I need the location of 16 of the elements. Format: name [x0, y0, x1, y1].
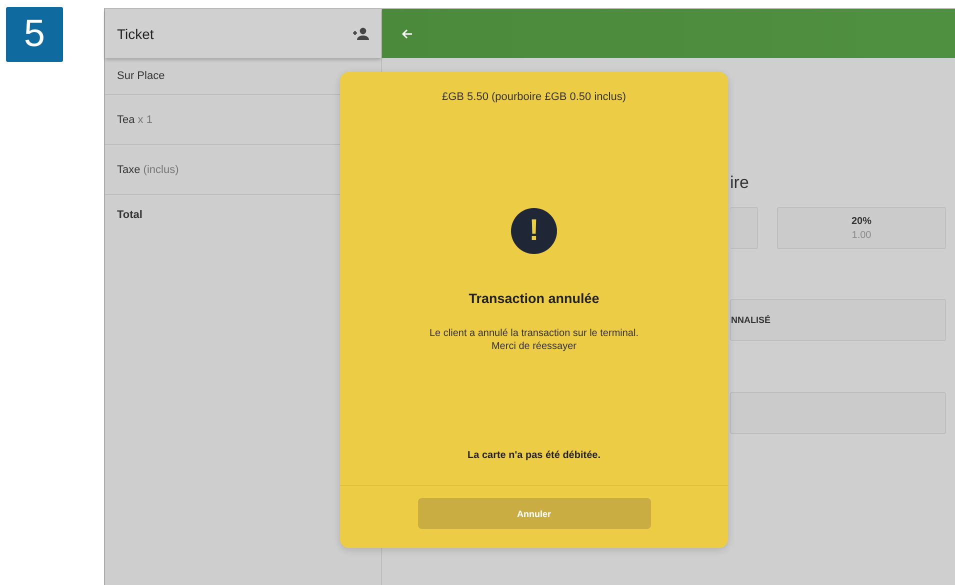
ticket-line: Sur Place: [117, 70, 165, 82]
tip-option[interactable]: 20% 1.00: [777, 207, 946, 249]
custom-tip-button[interactable]: NNALISÉ: [730, 299, 946, 341]
section-heading: ire: [730, 173, 750, 194]
ticket-line: Taxe (inclus): [117, 164, 179, 176]
amount-text: £GB 5.50 (pourboire £GB 0.50 inclus): [442, 91, 626, 103]
dialog-note: La carte n'a pas été débitée.: [468, 450, 600, 461]
back-arrow-icon[interactable]: [401, 28, 413, 40]
ticket-line: Tea x 1: [117, 114, 152, 126]
dialog-message: Le client a annulé la transaction sur le terminal. Merci de réessayer: [429, 327, 638, 353]
dialog-title: Transaction annulée: [468, 291, 600, 306]
step-badge: 5: [6, 7, 63, 62]
warning-icon: !: [511, 208, 557, 254]
ticket-line: Total: [117, 209, 142, 221]
add-person-icon[interactable]: [352, 26, 370, 40]
ticket-title: Ticket: [117, 26, 154, 42]
